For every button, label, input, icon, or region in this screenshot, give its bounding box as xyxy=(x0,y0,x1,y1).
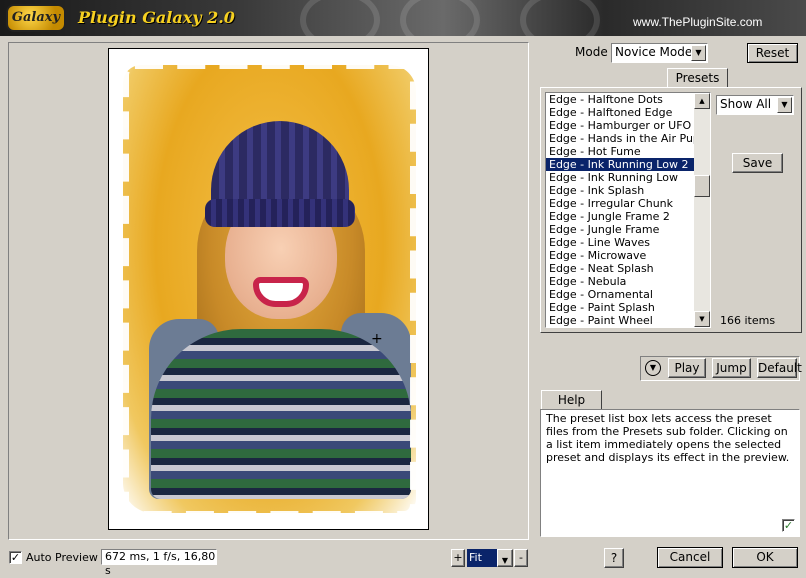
preset-list-item[interactable]: Edge - Paint Splash xyxy=(546,301,695,314)
tab-help[interactable]: Help xyxy=(541,390,602,410)
tab-presets[interactable]: Presets xyxy=(667,68,728,88)
preset-list-item[interactable]: Edge - Line Waves xyxy=(546,236,695,249)
help-toggle-checkbox[interactable]: ✓ xyxy=(782,519,795,532)
preset-list-item[interactable]: Edge - Halftoned Edge xyxy=(546,106,695,119)
preset-filter-select[interactable]: Show All ▼ xyxy=(716,95,794,115)
banner-swirl xyxy=(520,0,600,36)
crosshair-icon: + xyxy=(371,331,383,347)
preset-list-item[interactable]: Edge - Ink Running Low 2 xyxy=(546,158,695,171)
default-button[interactable]: Default xyxy=(757,358,802,378)
preset-list-item[interactable]: Edge - Ink Splash xyxy=(546,184,695,197)
mode-select[interactable]: Novice Mode ▼ xyxy=(611,43,708,63)
preset-count: 166 items xyxy=(720,314,776,327)
banner-swirl xyxy=(400,0,480,36)
scroll-thumb[interactable] xyxy=(694,175,710,197)
help-button[interactable]: ? xyxy=(604,548,624,568)
chevron-down-icon: ▼ xyxy=(501,556,509,565)
mode-select-value: Novice Mode xyxy=(615,45,693,59)
banner-swirl xyxy=(300,0,380,36)
preset-list-item[interactable]: Edge - Neat Splash xyxy=(546,262,695,275)
zoom-out-button[interactable]: - xyxy=(514,549,528,567)
jump-button[interactable]: Jump xyxy=(712,358,751,378)
preset-list-item[interactable]: Edge - Irregular Chunk xyxy=(546,197,695,210)
preview-image[interactable]: + xyxy=(108,48,429,530)
options-menu-icon[interactable]: ▼ xyxy=(645,360,661,376)
ok-button[interactable]: OK xyxy=(732,547,798,568)
preset-list-item[interactable]: Edge - Jungle Frame 2 xyxy=(546,210,695,223)
chevron-down-icon[interactable]: ▼ xyxy=(777,97,792,113)
preset-list-item[interactable]: Edge - Hot Fume xyxy=(546,145,695,158)
chevron-down-icon[interactable]: ▼ xyxy=(691,45,706,61)
mode-label: Mode xyxy=(575,45,608,59)
preset-list-item[interactable]: Edge - Jungle Frame xyxy=(546,223,695,236)
preset-list-scrollbar[interactable]: ▲ ▼ xyxy=(694,93,710,327)
preset-list-item[interactable]: Edge - Hamburger or UFO xyxy=(546,119,695,132)
site-url[interactable]: www.ThePluginSite.com xyxy=(633,15,762,29)
scroll-down-icon[interactable]: ▼ xyxy=(694,311,710,327)
timing-readout: 672 ms, 1 f/s, 16,80 s xyxy=(101,549,217,577)
zoom-select[interactable]: Fit xyxy=(467,549,497,567)
scroll-up-icon[interactable]: ▲ xyxy=(694,93,710,109)
zoom-in-button[interactable]: + xyxy=(451,549,465,567)
auto-preview-checkbox[interactable]: ✓ xyxy=(9,551,22,564)
app-logo: Galaxy xyxy=(6,4,66,32)
play-button[interactable]: Play xyxy=(668,358,706,378)
preset-list-item[interactable]: Edge - Ornamental xyxy=(546,288,695,301)
preset-list-item[interactable]: Edge - Paint Wheel xyxy=(546,314,695,327)
app-title: Plugin Galaxy 2.0 xyxy=(78,8,235,27)
zoom-dropdown-button[interactable]: ▼ xyxy=(497,549,513,567)
preset-list-item[interactable]: Edge - Ink Running Low xyxy=(546,171,695,184)
preset-list-item[interactable]: Edge - Nebula xyxy=(546,275,695,288)
reset-button[interactable]: Reset xyxy=(747,43,798,63)
save-preset-button[interactable]: Save xyxy=(732,153,783,173)
preset-list-item[interactable]: Edge - Hands in the Air Puppe xyxy=(546,132,695,145)
auto-preview-label: Auto Preview xyxy=(26,551,98,564)
preset-list-item[interactable]: Edge - Halftone Dots xyxy=(546,93,695,106)
preset-list[interactable]: Edge - Halftone Dots Edge - Halftoned Edg… xyxy=(545,92,711,328)
preset-filter-value: Show All xyxy=(720,97,772,111)
help-text: The preset list box lets access the pres… xyxy=(546,412,790,464)
cancel-button[interactable]: Cancel xyxy=(657,547,723,568)
preset-list-item[interactable]: Edge - Microwave xyxy=(546,249,695,262)
ink-running-edge xyxy=(115,55,424,525)
